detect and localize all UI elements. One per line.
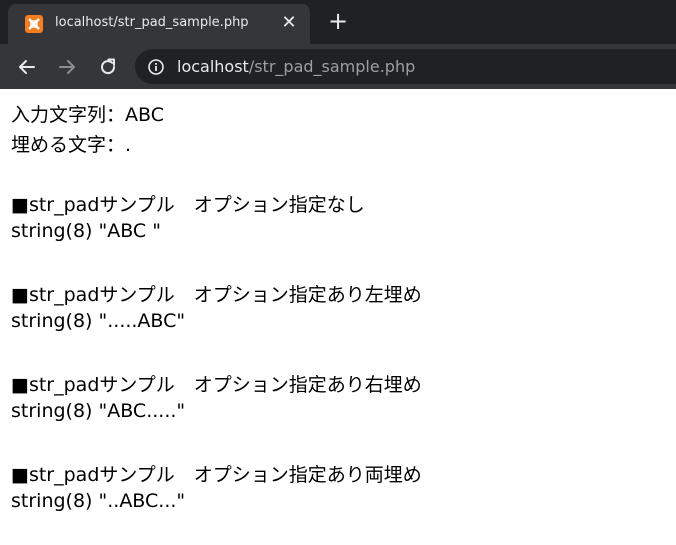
new-tab-button[interactable]: + — [325, 8, 351, 34]
heading-right-pad: ■str_padサンプル オプション指定あり右埋め — [11, 374, 422, 396]
info-icon[interactable] — [147, 58, 165, 76]
result-left-pad: string(8) ".....ABC" — [11, 310, 186, 332]
result-both-pad: string(8) "..ABC..." — [11, 490, 186, 512]
heading-both-pad: ■str_padサンプル オプション指定あり両埋め — [11, 464, 422, 486]
back-arrow-icon[interactable] — [14, 54, 40, 80]
heading-no-option: ■str_padサンプル オプション指定なし — [11, 194, 365, 216]
url-text[interactable]: localhost/str_pad_sample.php — [177, 57, 415, 76]
tab-strip: localhost/str_pad_sample.php ✕ + — [0, 0, 676, 44]
heading-left-pad: ■str_padサンプル オプション指定あり左埋め — [11, 284, 422, 306]
page-content: 入力文字列：ABC 埋める文字：. ■str_padサンプル オプション指定なし… — [0, 89, 676, 545]
close-tab-icon[interactable]: ✕ — [278, 12, 300, 34]
active-tab[interactable]: localhost/str_pad_sample.php ✕ — [8, 4, 310, 44]
url-path: /str_pad_sample.php — [248, 57, 416, 76]
input-string-label: 入力文字列：ABC — [11, 104, 164, 126]
reload-icon[interactable] — [95, 54, 121, 80]
url-host: localhost — [177, 57, 249, 76]
xampp-favicon-icon — [25, 15, 43, 33]
forward-arrow-icon[interactable] — [54, 54, 80, 80]
result-no-option: string(8) "ABC " — [11, 220, 161, 242]
result-right-pad: string(8) "ABC....." — [11, 400, 186, 422]
browser-chrome: localhost/str_pad_sample.php ✕ + localho… — [0, 0, 676, 89]
browser-toolbar: localhost/str_pad_sample.php — [0, 44, 676, 89]
pad-char-label: 埋める文字：. — [11, 134, 132, 156]
address-bar[interactable]: localhost/str_pad_sample.php — [135, 49, 676, 84]
tab-title: localhost/str_pad_sample.php — [55, 15, 249, 30]
